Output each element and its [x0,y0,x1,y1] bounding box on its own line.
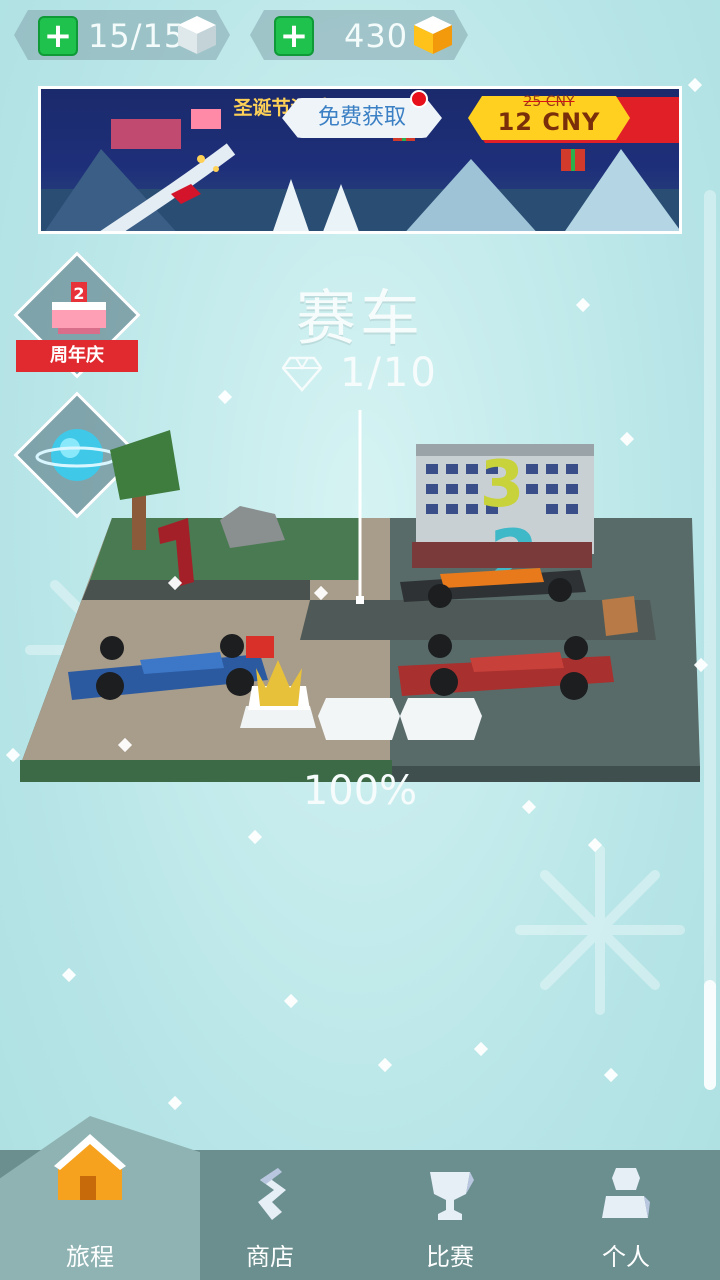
nav-label: 旅程 [66,1243,114,1271]
house-icon [54,1134,126,1200]
shop-icon [258,1168,286,1220]
level-progress: 100% [302,768,418,814]
white-cube-icon [178,16,216,54]
nav-shop[interactable]: 商店 [210,1156,330,1280]
nav-contest[interactable]: 比赛 [390,1156,510,1280]
scrollbar-thumb[interactable] [704,980,716,1090]
cake-icon: 2 [52,282,106,334]
cubes-count: 430 [344,17,409,55]
scrollbar-track[interactable] [704,190,716,1090]
notification-dot [410,90,428,108]
plus-icon: + [43,16,73,56]
level-title: 赛车 [296,284,424,354]
nav-label: 商店 [246,1243,294,1271]
add-cubes-button[interactable]: + [274,16,314,56]
nav-label: 比赛 [426,1243,474,1271]
nav-profile[interactable]: 个人 [566,1156,686,1280]
profile-icon [602,1168,650,1218]
nav-label: 个人 [602,1243,650,1271]
nav-journey[interactable]: 旅程 [30,1124,150,1280]
gem-count: 1/10 [340,350,438,396]
anniversary-label: 周年庆 [16,340,138,372]
diamond-icon [282,356,322,392]
new-price: 12 CNY [497,108,601,136]
add-lives-button[interactable]: + [38,16,78,56]
lives-count: 15/15 [88,17,186,55]
anniversary-badge: 2 [73,284,84,303]
rank-3: 3 [480,448,525,522]
contest-icon [430,1172,474,1220]
plus-icon: + [279,16,309,56]
gold-cube-icon [414,16,452,54]
